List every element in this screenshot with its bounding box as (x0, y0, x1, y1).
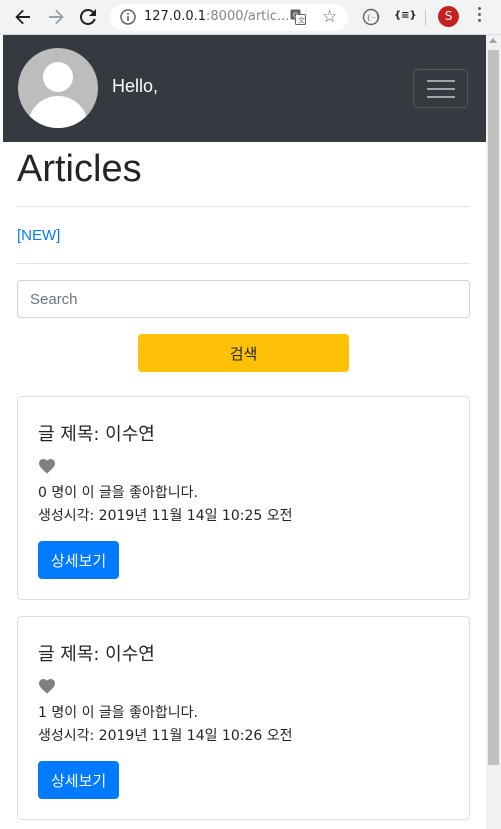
top-navbar: Hello, (3, 35, 486, 142)
site-info-icon[interactable] (120, 9, 136, 29)
article-title: 글 제목: 이수연 (38, 644, 155, 665)
new-article-link[interactable]: [NEW] (17, 227, 60, 244)
forward-button[interactable] (45, 6, 67, 28)
translate-icon[interactable]: G文 (290, 9, 306, 29)
default-avatar-icon (18, 48, 98, 128)
heart-icon[interactable] (38, 678, 56, 694)
json-viewer-extension-icon[interactable]: {≡} (394, 10, 417, 21)
page-title: Articles (17, 148, 142, 190)
scrollbar-thumb[interactable] (488, 50, 499, 765)
svg-text:文: 文 (298, 16, 305, 25)
like-count-text: 1 명이 이 글을 좋아합니다. (38, 705, 198, 721)
extension-icon[interactable]: {··} (362, 8, 380, 30)
article-card: 글 제목: 이수연 1 명이 이 글을 좋아합니다. 생성시각: 2019년 1… (17, 616, 470, 820)
browser-toolbar: 127.0.0.1:8000/artic... G文 ☆ {··} {≡} S (0, 0, 501, 35)
svg-text:{··}: {··} (367, 14, 380, 22)
detail-button[interactable]: 상세보기 (38, 541, 120, 579)
reload-icon (80, 9, 96, 25)
search-input[interactable] (17, 280, 470, 318)
search-button[interactable]: 검색 (138, 334, 349, 372)
article-card: 글 제목: 이수연 0 명이 이 글을 좋아합니다. 생성시각: 2019년 1… (17, 396, 470, 600)
hamburger-icon (427, 80, 455, 82)
reload-button[interactable] (77, 6, 99, 28)
created-at-text: 생성시각: 2019년 11월 14일 10:25 오전 (38, 508, 293, 524)
divider (17, 263, 470, 264)
profile-avatar[interactable]: S (438, 6, 459, 27)
browser-menu-icon[interactable] (478, 7, 482, 25)
back-arrow-icon (15, 9, 30, 25)
article-title: 글 제목: 이수연 (38, 424, 155, 445)
navbar-toggler-button[interactable] (413, 69, 468, 108)
like-count-text: 0 명이 이 글을 좋아합니다. (38, 485, 198, 501)
created-at-text: 생성시각: 2019년 11월 14일 10:26 오전 (38, 728, 293, 744)
back-button[interactable] (12, 6, 34, 28)
url-text[interactable]: 127.0.0.1:8000/artic... (144, 9, 294, 24)
url-path: :8000/artic... (206, 9, 290, 24)
divider (17, 206, 470, 207)
bookmark-star-icon[interactable]: ☆ (322, 7, 337, 27)
detail-button[interactable]: 상세보기 (38, 761, 120, 799)
forward-arrow-icon (49, 9, 64, 25)
url-host: 127.0.0.1 (144, 9, 207, 24)
scroll-up-arrow-icon[interactable] (489, 38, 497, 43)
toolbar-separator (425, 10, 426, 26)
greeting-text: Hello, (112, 76, 159, 96)
address-bar[interactable]: 127.0.0.1:8000/artic... G文 ☆ (110, 4, 348, 31)
heart-icon[interactable] (38, 458, 56, 474)
